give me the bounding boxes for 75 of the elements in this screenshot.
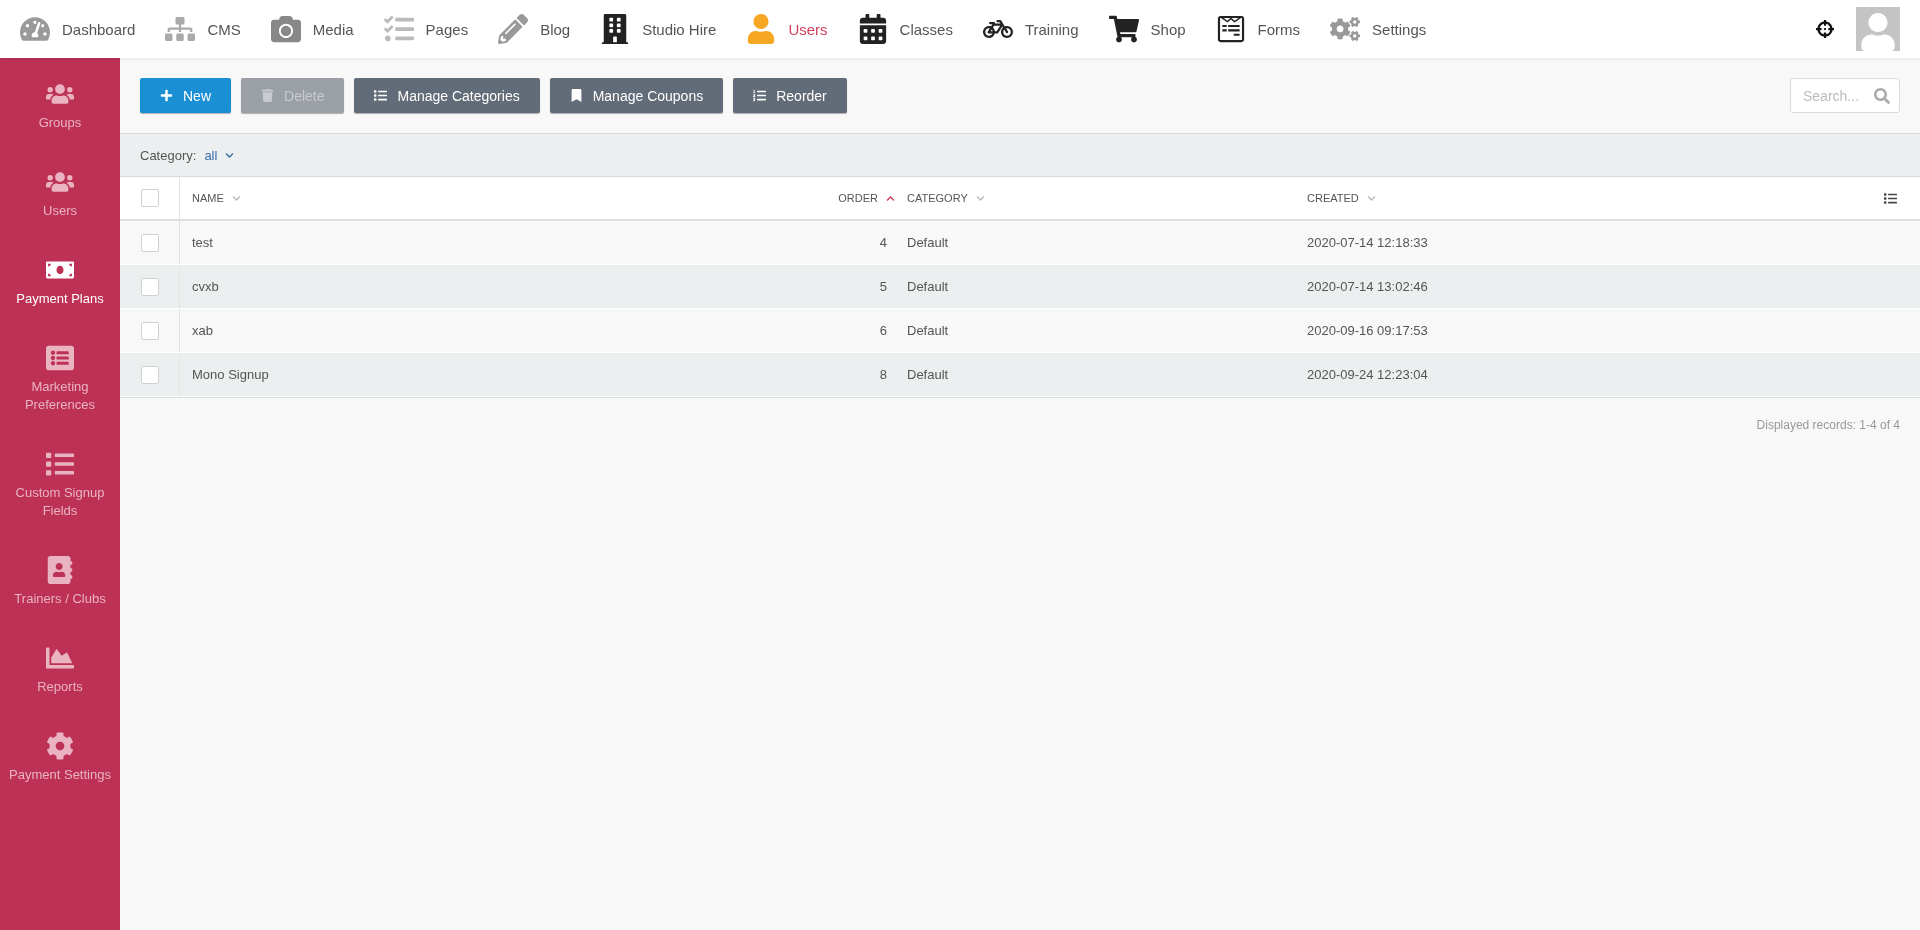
table-cell-text: Default	[906, 235, 950, 250]
nav-item[interactable]: Settings	[1330, 14, 1427, 44]
search-field[interactable]: Search...	[1790, 78, 1900, 113]
nav-item[interactable]: CMS	[165, 14, 241, 44]
nav-item[interactable]: Shop	[1108, 14, 1186, 44]
table-cell-text: 2020-07-14 13:02:46	[1306, 279, 1429, 294]
chevron-down-icon	[975, 193, 985, 203]
pencil-icon	[498, 14, 529, 44]
table-cell-text: 4	[878, 235, 888, 250]
gauge-icon	[20, 14, 50, 44]
nav-item[interactable]: Media	[270, 14, 354, 44]
row-checkbox[interactable]	[140, 365, 159, 384]
calendar-icon	[857, 14, 888, 44]
chevron-down-icon	[1366, 193, 1376, 203]
table-cell-text: test	[191, 235, 214, 250]
records-count: Displayed records: 1-4 of 4	[1756, 418, 1900, 432]
list-icon	[374, 89, 388, 102]
row-checkbox[interactable]	[140, 233, 159, 252]
table-cell-text: 5	[878, 279, 888, 294]
ordered-list-icon	[753, 89, 767, 102]
nav-item[interactable]: Studio Hire	[600, 14, 717, 44]
select-all-checkbox[interactable]	[140, 189, 159, 207]
settings-icon	[46, 732, 74, 760]
nav-item[interactable]: Forms	[1215, 14, 1301, 44]
toolbar-button[interactable]: Manage Coupons	[549, 78, 724, 113]
table-cell-text: Default	[906, 367, 950, 382]
table-cell-text: xab	[191, 323, 214, 338]
toolbar-button[interactable]: Reorder	[733, 78, 847, 113]
search-icon	[1874, 88, 1890, 104]
category-dropdown[interactable]: all	[204, 147, 235, 163]
table-cell-text: 6	[878, 323, 888, 338]
building-icon	[600, 14, 631, 44]
settings-icon	[1330, 14, 1361, 44]
plus-icon	[160, 89, 173, 102]
nav-item[interactable]: Blog	[498, 14, 571, 44]
table-cell-text: 2020-09-24 12:23:04	[1306, 367, 1429, 382]
nav-item[interactable]: Classes	[857, 14, 953, 44]
table-cell-text: 2020-07-14 12:18:33	[1306, 235, 1429, 250]
column-header[interactable]: ORDER	[838, 192, 895, 204]
table-cell-text: Default	[906, 323, 950, 338]
chevron-down-icon	[231, 193, 241, 203]
trash-icon	[261, 89, 274, 102]
list-card-icon	[46, 344, 74, 372]
chevron-down-icon	[225, 150, 235, 160]
crosshair-icon[interactable]	[1816, 20, 1834, 38]
sidebar-item[interactable]: Payment Plans	[0, 256, 120, 308]
checklist-icon	[383, 14, 414, 44]
nav-item[interactable]: Training	[982, 14, 1079, 44]
nav-item[interactable]: Dashboard	[20, 14, 136, 44]
user-icon	[746, 14, 777, 44]
column-header[interactable]: NAME	[180, 192, 253, 204]
list-icon	[46, 450, 74, 478]
cart-icon	[1108, 14, 1139, 44]
camera-icon	[270, 14, 301, 44]
table-cell-text: 8	[878, 367, 888, 382]
row-checkbox[interactable]	[140, 321, 159, 340]
bookmark-icon	[569, 89, 583, 102]
toolbar-button[interactable]: New	[140, 78, 231, 113]
avatar[interactable]	[1856, 7, 1900, 51]
column-list-icon[interactable]	[1883, 191, 1897, 205]
nav-item[interactable]: Pages	[383, 14, 469, 44]
filter-label: Category:	[140, 147, 197, 163]
form-icon	[1215, 14, 1246, 44]
table-cell-text: cvxb	[191, 279, 220, 294]
nav-item[interactable]: Users	[746, 14, 828, 44]
contact-book-icon	[46, 556, 74, 584]
row-checkbox[interactable]	[140, 277, 159, 296]
chevron-up-icon	[886, 193, 895, 203]
column-header[interactable]: CREATED	[1295, 192, 1388, 204]
column-header[interactable]: CATEGORY	[895, 192, 997, 204]
table-cell-text: 2020-09-16 09:17:53	[1306, 323, 1429, 338]
sitemap-icon	[165, 14, 196, 44]
toolbar-button[interactable]: Manage Categories	[354, 78, 540, 113]
table-cell-text: Default	[906, 279, 950, 294]
table-cell-text: Mono Signup	[191, 367, 270, 382]
